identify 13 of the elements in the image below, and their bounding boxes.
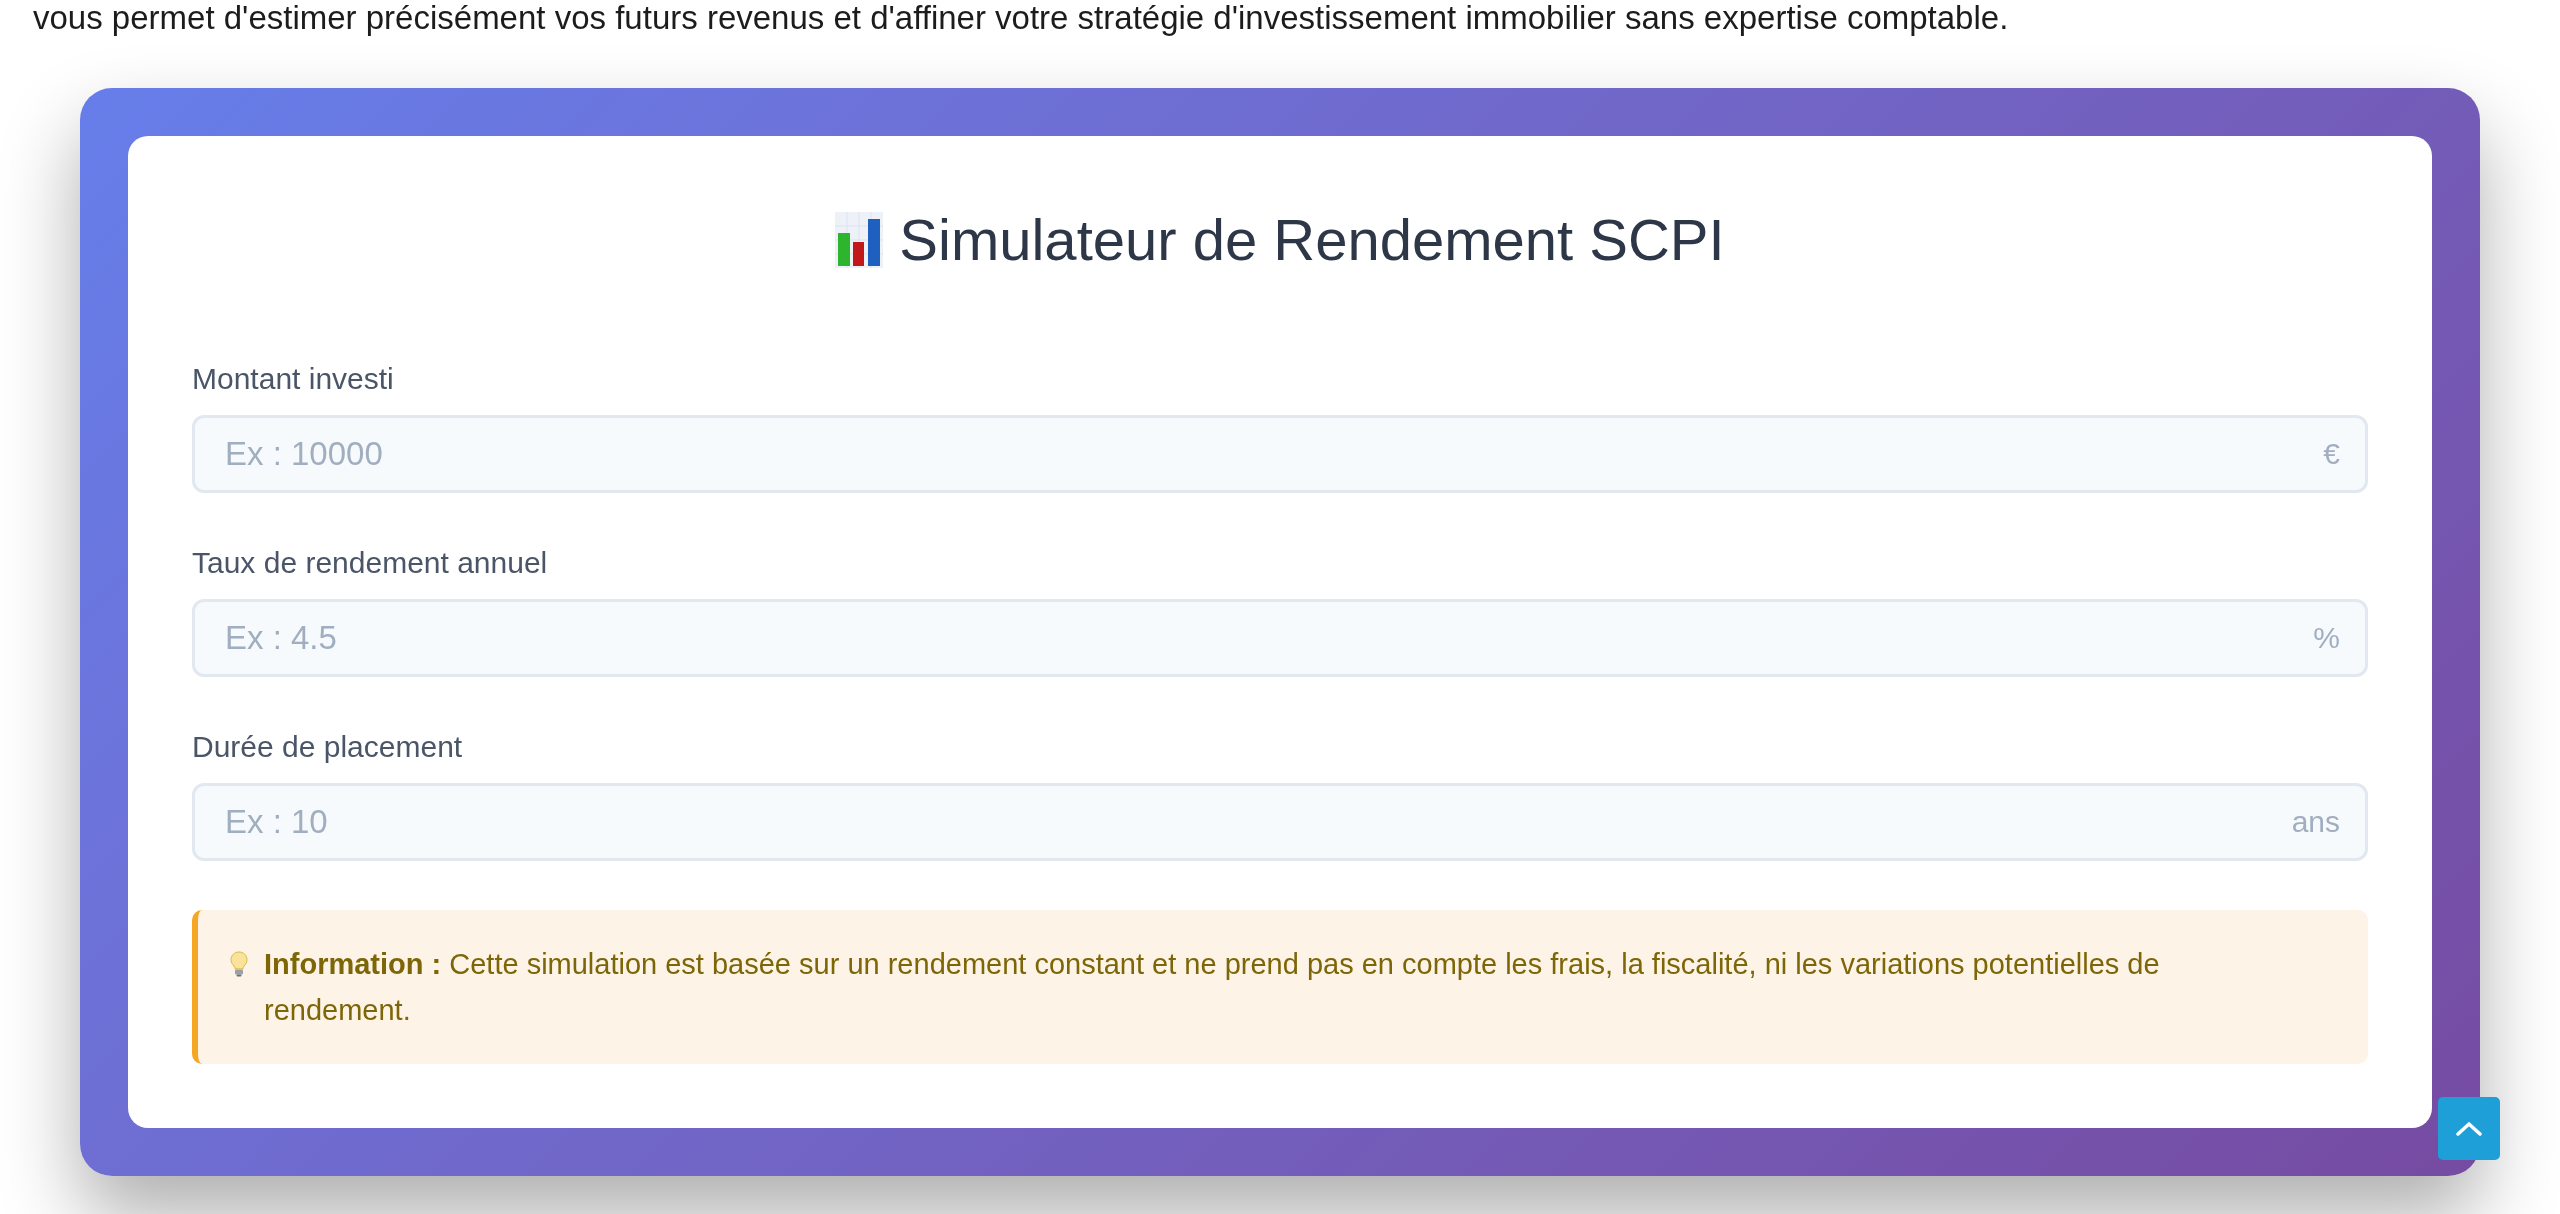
unit-label: ans: [2291, 804, 2340, 840]
field-label: Montant investi: [192, 362, 394, 396]
lightbulb-icon: [230, 951, 248, 977]
info-text: Information : Cette simulation est basée sur un rendement constant et ne prend pas en compte les frais, la fiscalité, ni les variations potentielles de rendement.: [264, 947, 2161, 1028]
chevron-up-icon: [2456, 1121, 2482, 1136]
field-label: Taux de rendement annuel: [192, 546, 548, 580]
simulator-title: Simulateur de Rendement SCPI: [899, 208, 1725, 272]
field-label: Durée de placement: [192, 730, 463, 764]
bar-chart-icon: [835, 212, 884, 268]
unit-label: %: [2313, 620, 2340, 656]
intro-text: vous permet d'estimer précisément vos futurs revenus et d'affiner votre stratégie d'investissement immobilier sans expertise comptable.: [32, 0, 2010, 36]
unit-label: €: [2323, 436, 2340, 472]
scroll-to-top-button[interactable]: [2438, 1097, 2500, 1160]
